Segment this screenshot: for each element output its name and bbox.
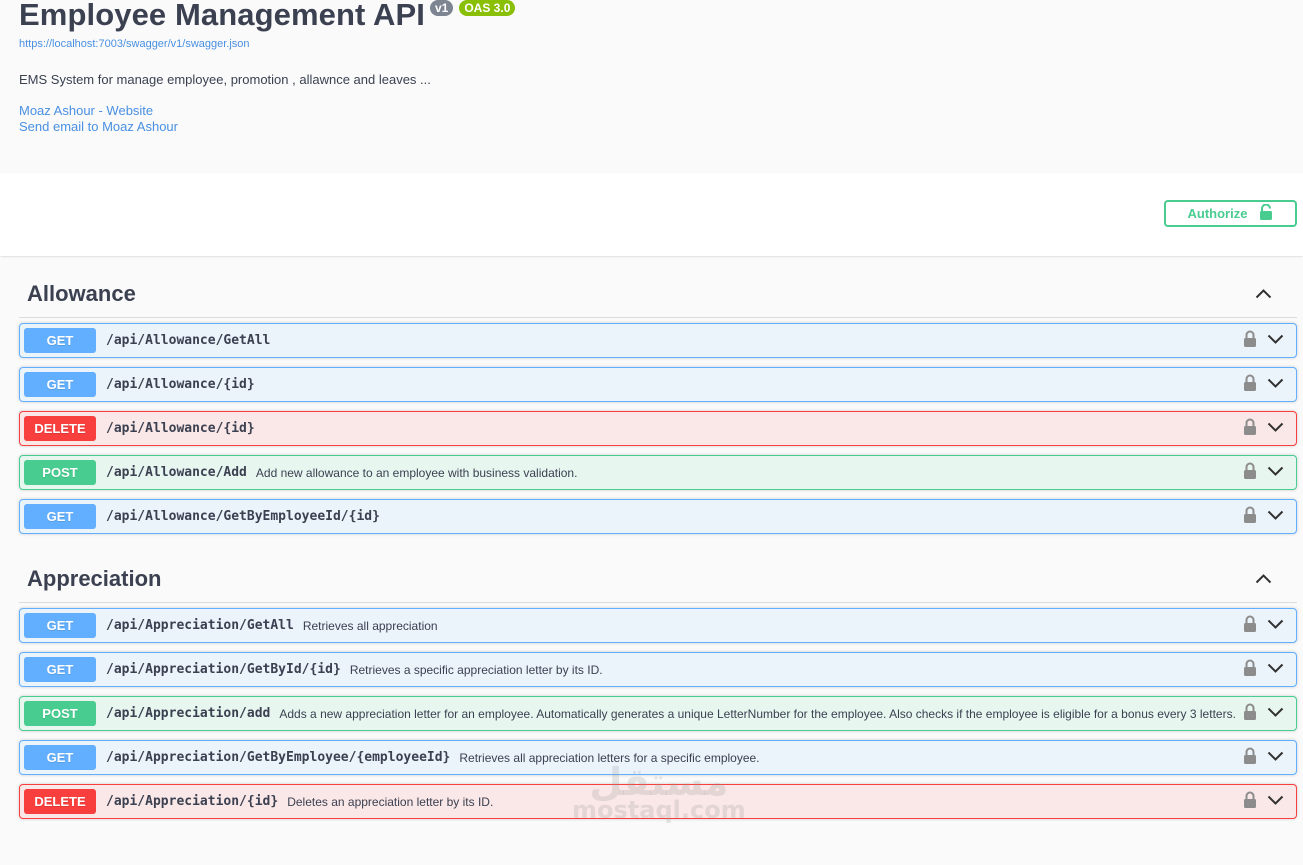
chevron-down-icon[interactable] (1267, 617, 1284, 635)
method-badge-post: POST (24, 701, 96, 726)
operation-controls (1243, 462, 1284, 484)
lock-icon[interactable] (1243, 747, 1257, 769)
api-title: Employee Management API (19, 0, 425, 32)
chevron-down-icon[interactable] (1267, 705, 1284, 723)
tag-title: Allowance (27, 280, 136, 306)
lock-icon[interactable] (1243, 659, 1257, 681)
lock-icon[interactable] (1243, 418, 1257, 440)
chevron-down-icon[interactable] (1267, 376, 1284, 394)
method-badge-get: GET (24, 613, 96, 638)
tag-section-appreciation: Appreciation GET/api/Appreciation/GetAll R… (19, 543, 1297, 819)
operation-controls (1243, 791, 1284, 813)
chevron-down-icon[interactable] (1267, 508, 1284, 526)
operation-row[interactable]: GET/api/Allowance/{id} (19, 367, 1297, 402)
operation-path: /api/Allowance/Add (106, 465, 247, 480)
method-badge-delete: DELETE (24, 416, 96, 441)
operation-path: /api/Allowance/{id} (106, 421, 255, 436)
operation-path: /api/Appreciation/GetByEmployee/{employe… (106, 750, 451, 765)
operation-row[interactable]: DELETE/api/Allowance/{id} (19, 411, 1297, 446)
chevron-down-icon[interactable] (1267, 661, 1284, 679)
method-badge-get: GET (24, 745, 96, 770)
chevron-down-icon[interactable] (1267, 332, 1284, 350)
title-row: Employee Management API v1 OAS 3.0 (19, 0, 1303, 36)
operation-controls (1243, 703, 1284, 725)
operation-path: /api/Appreciation/add (106, 706, 271, 721)
operation-path: /api/Allowance/{id} (106, 377, 255, 392)
lock-icon[interactable] (1243, 330, 1257, 352)
method-badge-get: GET (24, 372, 96, 397)
operation-summary: Adds a new appreciation letter for an em… (279, 706, 1236, 721)
operation-summary: Retrieves all appreciation letters for a… (459, 750, 760, 765)
operation-path: /api/Appreciation/GetById/{id} (106, 662, 341, 677)
lock-icon[interactable] (1243, 374, 1257, 396)
method-badge-get: GET (24, 328, 96, 353)
api-description: EMS System for manage employee, promotio… (19, 72, 431, 87)
oas-badge: OAS 3.0 (459, 0, 516, 16)
method-badge-post: POST (24, 460, 96, 485)
operation-row[interactable]: POST/api/Appreciation/add Adds a new appr… (19, 696, 1297, 731)
operation-row[interactable]: GET/api/Appreciation/GetAll Retrieves all… (19, 608, 1297, 643)
operation-row[interactable]: DELETE/api/Appreciation/{id} Deletes an a… (19, 784, 1297, 819)
version-badge: v1 (429, 0, 454, 16)
operation-controls (1243, 418, 1284, 440)
unlocked-icon (1259, 203, 1273, 223)
method-badge-get: GET (24, 657, 96, 682)
contact-website-link[interactable]: Moaz Ashour - Website (19, 103, 1303, 119)
operation-controls (1243, 659, 1284, 681)
tag-title: Appreciation (27, 565, 162, 591)
operations-content: Allowance GET/api/Allowance/GetAll GET/api… (0, 258, 1303, 865)
contact-email-link[interactable]: Send email to Moaz Ashour (19, 119, 1303, 135)
operation-summary: Add new allowance to an employee with bu… (255, 465, 578, 480)
lock-icon[interactable] (1243, 506, 1257, 528)
operation-path: /api/Allowance/GetAll (106, 333, 271, 348)
method-badge-get: GET (24, 504, 96, 529)
operation-controls (1243, 747, 1284, 769)
operation-path: /api/Appreciation/{id} (106, 794, 279, 809)
operation-controls (1243, 615, 1284, 637)
operation-controls (1243, 330, 1284, 352)
chevron-down-icon[interactable] (1267, 749, 1284, 767)
operation-row[interactable]: GET/api/Allowance/GetByEmployeeId/{id} (19, 499, 1297, 534)
operation-controls (1243, 374, 1284, 396)
operation-row[interactable]: GET/api/Appreciation/GetById/{id} Retriev… (19, 652, 1297, 687)
operation-path: /api/Appreciation/GetAll (106, 618, 294, 633)
operation-summary: Deletes an appreciation letter by its ID… (287, 794, 494, 809)
tag-header-allowance[interactable]: Allowance (19, 258, 1297, 318)
operation-row[interactable]: POST/api/Allowance/Add Add new allowance … (19, 455, 1297, 490)
chevron-down-icon[interactable] (1267, 420, 1284, 438)
operation-path: /api/Allowance/GetByEmployeeId/{id} (106, 509, 380, 524)
lock-icon[interactable] (1243, 791, 1257, 813)
authorize-button[interactable]: Authorize (1164, 200, 1297, 227)
operation-controls (1243, 506, 1284, 528)
operation-summary: Retrieves all appreciation (302, 618, 438, 633)
method-badge-delete: DELETE (24, 789, 96, 814)
operation-summary: Retrieves a specific appreciation letter… (349, 662, 603, 677)
operation-row[interactable]: GET/api/Appreciation/GetByEmployee/{empl… (19, 740, 1297, 775)
lock-icon[interactable] (1243, 703, 1257, 725)
scheme-container: Authorize (0, 173, 1303, 256)
api-info: Employee Management API v1 OAS 3.0 https… (0, 0, 1303, 173)
chevron-down-icon[interactable] (1267, 464, 1284, 482)
authorize-label: Authorize (1187, 206, 1248, 221)
chevron-down-icon[interactable] (1267, 793, 1284, 811)
contact-info: Moaz Ashour - Website Send email to Moaz… (19, 103, 1303, 135)
chevron-up-icon[interactable] (1253, 569, 1273, 589)
chevron-up-icon[interactable] (1253, 284, 1273, 304)
lock-icon[interactable] (1243, 462, 1257, 484)
lock-icon[interactable] (1243, 615, 1257, 637)
operation-row[interactable]: GET/api/Allowance/GetAll (19, 323, 1297, 358)
tag-header-appreciation[interactable]: Appreciation (19, 543, 1297, 603)
spec-url-link[interactable]: https://localhost:7003/swagger/v1/swagge… (19, 38, 1303, 50)
tag-section-allowance: Allowance GET/api/Allowance/GetAll GET/api… (19, 258, 1297, 534)
